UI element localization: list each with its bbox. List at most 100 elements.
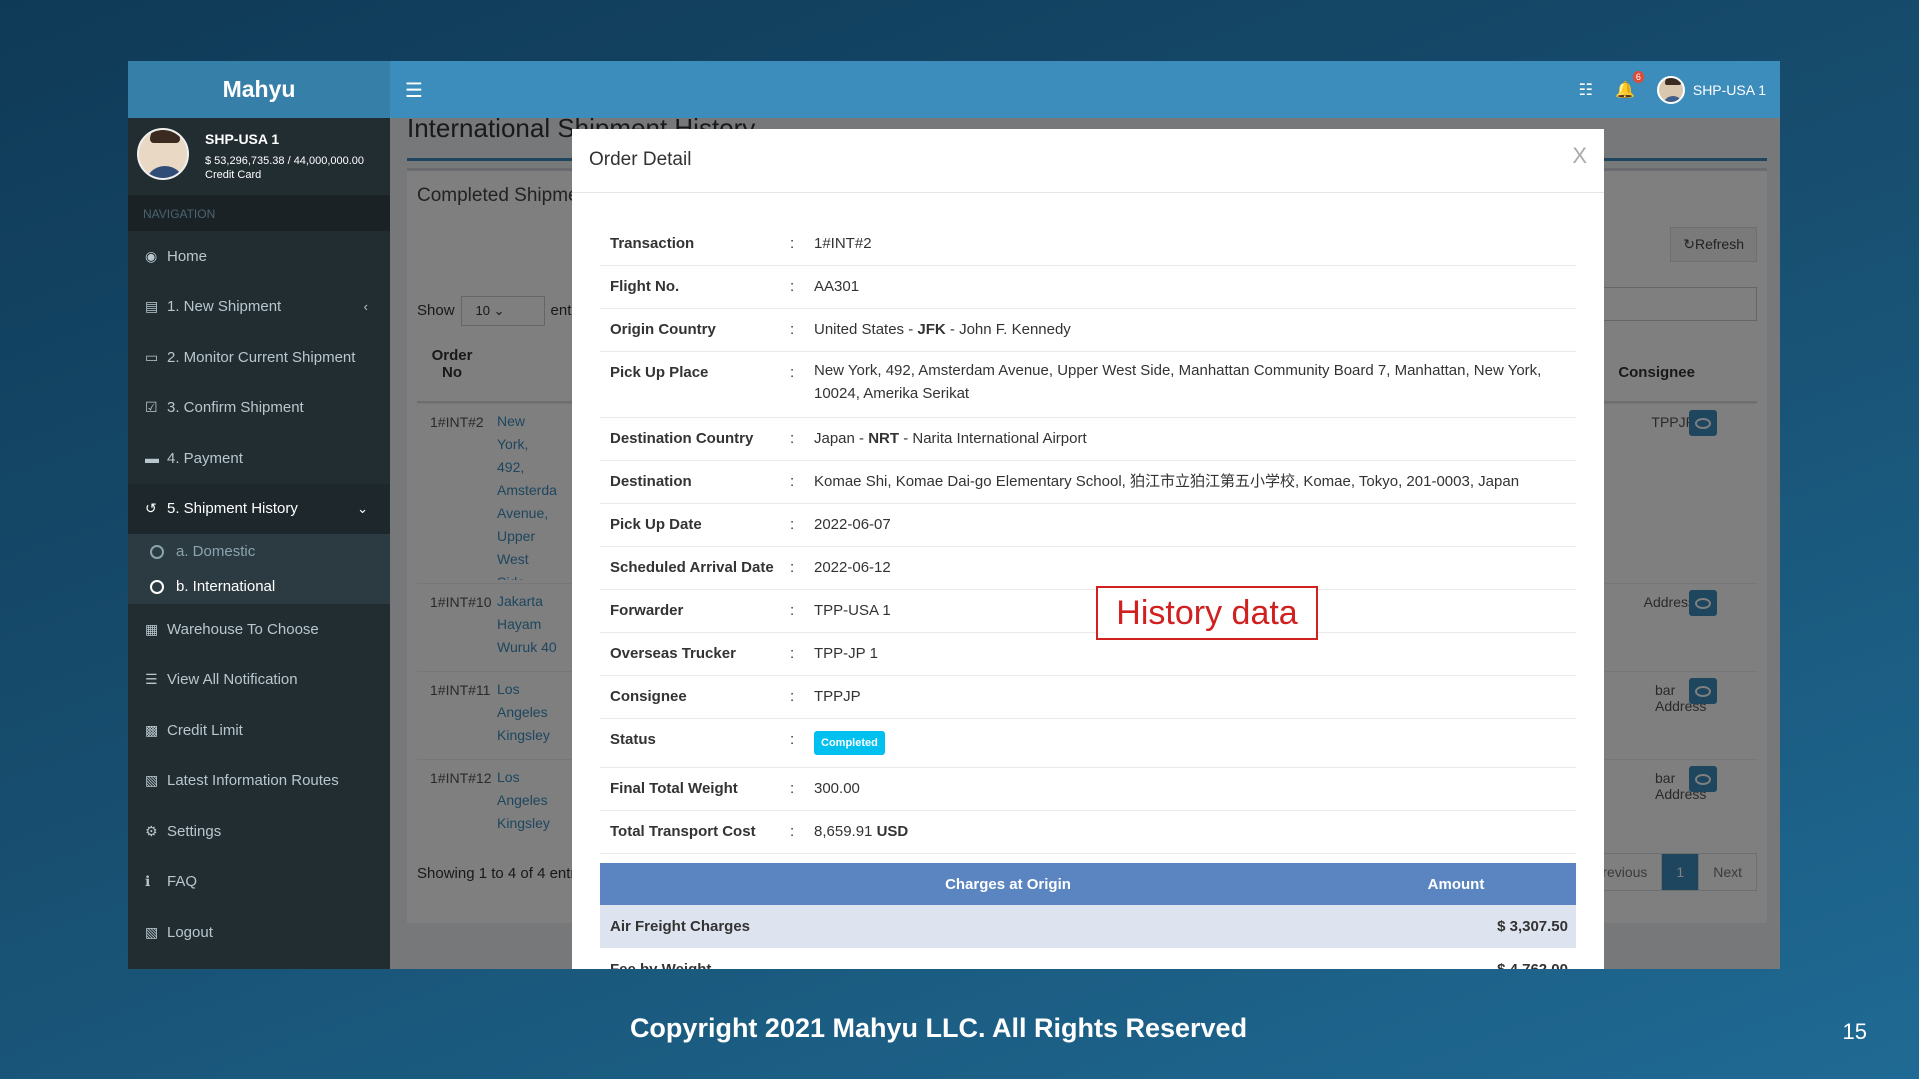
cost-currency: USD xyxy=(876,823,909,840)
field-separator: : xyxy=(790,823,795,840)
sidebar-subitem-label: a. Domestic xyxy=(176,543,256,560)
sidebar-item-monitor[interactable]: ▭ 2. Monitor Current Shipment xyxy=(128,332,390,383)
sidebar-item-payment[interactable]: ▬ 4. Payment xyxy=(128,433,390,484)
user-panel: SHP-USA 1 $ 53,296,735.38 / 44,000,000.0… xyxy=(128,118,390,194)
detail-row-destination-country: Destination Country: Japan - NRT - Narita… xyxy=(600,418,1576,461)
detail-row-consignee: Consignee: TPPJP xyxy=(600,676,1576,719)
copyright: Copyright 2021 Mahyu LLC. All Rights Res… xyxy=(629,1013,1248,1043)
sidebar-item-warehouse[interactable]: ▦ Warehouse To Choose xyxy=(128,604,390,655)
submenu-shipment-history: a. Domestic b. International xyxy=(128,534,390,604)
field-separator: : xyxy=(790,559,795,576)
sidebar-item-settings[interactable]: ⚙ Settings xyxy=(128,806,390,857)
brand-logo[interactable]: Mahyu xyxy=(128,61,390,118)
field-value: United States - JFK - John F. Kennedy xyxy=(814,309,1576,351)
bell-icon[interactable]: 🔔 6 xyxy=(1615,70,1644,100)
dashboard-icon: ◉ xyxy=(145,247,158,264)
field-separator: : xyxy=(790,473,795,490)
detail-row-forwarder: Forwarder: TPP-USA 1 xyxy=(600,590,1576,633)
sidebar-item-label: Latest Information Routes xyxy=(167,772,339,790)
field-label: Transaction xyxy=(610,235,695,252)
history-data-callout: History data xyxy=(1096,586,1318,640)
sidebar-item-label: Settings xyxy=(167,822,222,840)
sidebar-item-label: 3. Confirm Shipment xyxy=(167,399,304,417)
sidebar-item-routes[interactable]: ▧ Latest Information Routes xyxy=(128,756,390,807)
field-value: 2022-06-07 xyxy=(814,516,891,533)
nav-header: NAVIGATION xyxy=(128,195,390,231)
dest-airport-name: - Narita International Airport xyxy=(899,430,1087,447)
laptop-icon: ▭ xyxy=(145,348,159,365)
user-name: SHP-USA 1 xyxy=(205,131,280,147)
field-label: Origin Country xyxy=(610,321,716,338)
sidebar-menu: ◉ Home ▤ 1. New Shipment ‹ ▭ 2. Monitor Curr… xyxy=(128,231,390,958)
sidebar-item-shipment-history[interactable]: ↺ 5. Shipment History ⌄ xyxy=(128,483,390,534)
sidebar-subitem-international[interactable]: b. International xyxy=(128,569,390,604)
charge-amount: $ 4,762.00 xyxy=(1336,961,1576,969)
cost-amount: 8,659.91 xyxy=(814,823,873,840)
sidebar-item-faq[interactable]: ℹ FAQ xyxy=(128,857,390,908)
payment-method: Credit Card xyxy=(205,169,262,181)
book-icon: ▧ xyxy=(145,772,159,789)
sidebar-item-label: FAQ xyxy=(167,873,198,891)
circle-icon xyxy=(150,579,164,594)
sidebar-item-label: Logout xyxy=(167,923,213,941)
sidebar-item-home[interactable]: ◉ Home xyxy=(128,231,390,282)
sidebar-item-new-shipment[interactable]: ▤ 1. New Shipment ‹ xyxy=(128,282,390,333)
user-balance: $ 53,296,735.38 / 44,000,000.00 xyxy=(205,155,365,167)
detail-row-weight: Final Total Weight: 300.00 xyxy=(600,768,1576,811)
slide-page-number: 15 xyxy=(1842,1019,1867,1044)
translate-icon[interactable]: ☷ xyxy=(1579,80,1593,100)
gear-icon: ⚙ xyxy=(145,822,158,839)
form-icon: ▤ xyxy=(145,298,159,315)
menu-toggle-icon[interactable]: ☰ xyxy=(405,78,423,103)
sidebar-item-label: 4. Payment xyxy=(167,449,243,467)
detail-row-transaction: Transaction: 1#INT#2 xyxy=(600,223,1576,266)
field-label: Pick Up Place xyxy=(610,364,709,381)
close-button[interactable]: X xyxy=(1572,143,1587,169)
top-navbar: Mahyu ☰ ☷ 🔔 6 SHP-USA 1 xyxy=(128,61,1780,118)
user-menu-name: SHP-USA 1 xyxy=(1692,81,1766,98)
field-separator: : xyxy=(790,235,795,252)
info-icon: ℹ xyxy=(145,873,151,890)
logout-icon: ▧ xyxy=(145,923,159,940)
sidebar-item-credit-limit[interactable]: ▩ Credit Limit xyxy=(128,705,390,756)
user-menu[interactable]: SHP-USA 1 xyxy=(1656,75,1766,104)
chevron-down-icon: ⌄ xyxy=(357,500,368,516)
field-separator: : xyxy=(790,364,795,381)
field-separator: : xyxy=(790,731,795,748)
field-separator: : xyxy=(790,602,795,619)
sidebar-item-logout[interactable]: ▧ Logout xyxy=(128,907,390,958)
field-value: Japan - NRT - Narita International Airpo… xyxy=(814,418,1576,460)
charges-row: Fee by Weight $ 4,762.00 xyxy=(600,948,1576,969)
field-value: AA301 xyxy=(814,278,860,295)
sidebar-subitem-label: b. International xyxy=(176,578,276,595)
history-icon: ↺ xyxy=(145,500,157,517)
warehouse-icon: ▦ xyxy=(145,620,159,637)
field-label: Forwarder xyxy=(610,602,684,619)
order-detail-table: Transaction: 1#INT#2 Flight No.: AA301 Ori… xyxy=(600,223,1576,854)
list-icon: ☰ xyxy=(145,671,158,688)
money-icon: ▩ xyxy=(145,721,159,738)
charge-amount: $ 3,307.50 xyxy=(1497,918,1568,935)
sidebar-item-label: View All Notification xyxy=(167,671,298,689)
modal-header: Order Detail X xyxy=(572,129,1604,193)
sidebar-item-confirm[interactable]: ☑ 3. Confirm Shipment xyxy=(128,383,390,434)
sidebar-item-notifications[interactable]: ☰ View All Notification xyxy=(128,655,390,706)
charges-header: Charges at Origin Amount xyxy=(600,863,1576,905)
field-separator: : xyxy=(790,516,795,533)
circle-icon xyxy=(150,544,164,559)
sidebar-subitem-domestic[interactable]: a. Domestic xyxy=(128,534,390,569)
charge-name: Fee by Weight xyxy=(600,961,1336,969)
sidebar: SHP-USA 1 $ 53,296,735.38 / 44,000,000.0… xyxy=(128,118,390,969)
field-value: 2022-06-12 xyxy=(814,559,891,576)
chevron-left-icon: ‹ xyxy=(363,299,368,315)
field-separator: : xyxy=(790,780,795,797)
field-label: Pick Up Date xyxy=(610,516,702,533)
field-value: 8,659.91 USD xyxy=(814,811,1576,853)
dest-country-name: Japan - xyxy=(814,430,869,447)
field-value: 1#INT#2 xyxy=(814,235,872,252)
field-label: Final Total Weight xyxy=(610,780,738,797)
field-value: TPPJP xyxy=(814,688,861,705)
detail-row-arrival-date: Scheduled Arrival Date: 2022-06-12 xyxy=(600,547,1576,590)
field-separator: : xyxy=(790,278,795,295)
detail-row-pickup-date: Pick Up Date: 2022-06-07 xyxy=(600,504,1576,547)
